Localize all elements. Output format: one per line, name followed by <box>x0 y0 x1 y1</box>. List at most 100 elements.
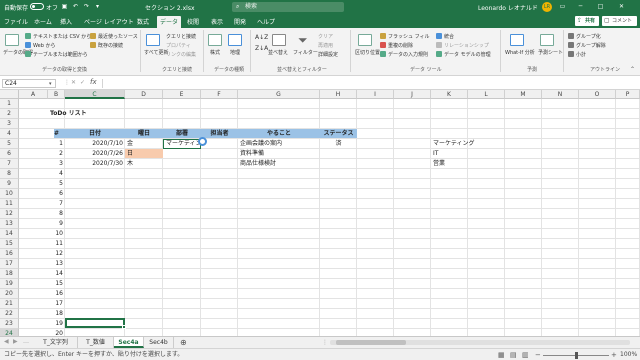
relationships-button[interactable]: リレーションシップ <box>444 42 489 49</box>
sort-az-icon[interactable]: A↓Z <box>255 34 268 41</box>
flash-fill-button[interactable]: フラッシュ フィル <box>388 33 430 40</box>
subtotal-button[interactable]: 小計 <box>576 51 586 58</box>
column-header[interactable]: K <box>431 90 468 99</box>
tab-page-layout[interactable]: ページ レイアウト <box>84 17 134 26</box>
column-header[interactable]: M <box>505 90 542 99</box>
column-header[interactable]: J <box>394 90 431 99</box>
fill-handle[interactable] <box>122 325 126 329</box>
column-header[interactable]: F <box>201 90 238 99</box>
data-validation-button[interactable]: データの入力規則 <box>388 51 428 58</box>
row-header[interactable]: 17 <box>0 259 19 269</box>
forecast-sheet-button[interactable]: 予測シート <box>538 49 563 56</box>
row-header[interactable]: 19 <box>0 279 19 289</box>
page-layout-icon[interactable]: ▤ <box>510 349 517 360</box>
column-header[interactable]: I <box>357 90 394 99</box>
row-header[interactable]: 8 <box>0 169 19 179</box>
queries-connections-button[interactable]: クエリと接続 <box>166 33 196 40</box>
row-header[interactable]: 21 <box>0 299 19 309</box>
clear-button[interactable]: クリア <box>318 33 333 40</box>
column-header[interactable]: N <box>542 90 579 99</box>
geography-button[interactable]: 地理 <box>230 49 240 56</box>
recent-sources-button[interactable]: 最近使ったソース <box>98 33 138 40</box>
row-header[interactable]: 16 <box>0 249 19 259</box>
sheet-tab-active[interactable]: Sec4a <box>114 337 144 348</box>
select-all-corner[interactable] <box>0 90 19 99</box>
column-header[interactable]: E <box>163 90 201 99</box>
text-to-columns-button[interactable]: 区切り位置 <box>355 49 380 56</box>
sheet-tab[interactable]: T_数値 <box>78 337 114 348</box>
share-button[interactable]: ⇪ 共有 <box>575 16 599 26</box>
redo-icon[interactable]: ↷ <box>82 2 91 11</box>
tab-data[interactable]: データ <box>157 16 182 28</box>
autosave-toggle[interactable] <box>30 3 44 10</box>
zoom-level[interactable]: 100% <box>620 349 637 360</box>
row-header[interactable]: 1 <box>0 99 19 109</box>
filter-button[interactable]: フィルター <box>293 49 318 56</box>
data-model-button[interactable]: データ モデルの管理 <box>444 51 491 58</box>
scrollbar-thumb[interactable] <box>336 340 406 345</box>
properties-button[interactable]: プロパティ <box>166 42 191 49</box>
formula-input[interactable] <box>102 79 632 88</box>
text-csv-button[interactable]: テキストまたは CSV から <box>33 33 91 40</box>
group-button[interactable]: グループ化 <box>576 33 601 40</box>
tab-formulas[interactable]: 数式 <box>137 17 149 26</box>
row-header[interactable]: 23 <box>0 319 19 329</box>
edit-links-button[interactable]: リンクの編集 <box>166 51 196 58</box>
user-name[interactable]: Leonardo レオナルド <box>478 3 538 12</box>
column-header[interactable]: A <box>19 90 48 99</box>
remove-duplicates-button[interactable]: 重複の削除 <box>388 42 413 49</box>
row-header[interactable]: 7 <box>0 159 19 169</box>
sheet-tab[interactable]: T_文字列 <box>34 337 78 348</box>
tab-insert[interactable]: 挿入 <box>60 17 72 26</box>
forecast-icon[interactable] <box>540 34 554 46</box>
zoom-slider-thumb[interactable] <box>575 352 578 359</box>
more-sheets-icon[interactable]: … <box>23 338 29 345</box>
enter-icon[interactable]: ✓ <box>80 79 85 86</box>
tab-home[interactable]: ホーム <box>34 17 52 26</box>
maximize-icon[interactable]: □ <box>596 2 605 11</box>
row-header[interactable]: 12 <box>0 209 19 219</box>
zoom-in-icon[interactable]: + <box>611 349 617 360</box>
customize-qat-icon[interactable]: ▾ <box>93 2 102 11</box>
row-header[interactable]: 9 <box>0 179 19 189</box>
row-header[interactable]: 6 <box>0 149 19 159</box>
whatif-icon[interactable] <box>510 34 524 46</box>
stocks-icon[interactable] <box>208 34 222 46</box>
prev-sheet-icon[interactable]: ◀ <box>4 338 9 345</box>
reapply-button[interactable]: 再適用 <box>318 42 333 49</box>
column-header[interactable]: G <box>238 90 320 99</box>
row-header[interactable]: 14 <box>0 229 19 239</box>
table-range-button[interactable]: テーブルまたは範囲から <box>33 51 88 58</box>
row-header[interactable]: 3 <box>0 119 19 129</box>
ribbon-display-icon[interactable]: ▭ <box>558 2 567 11</box>
row-header[interactable]: 13 <box>0 219 19 229</box>
ungroup-button[interactable]: グループ解除 <box>576 42 606 49</box>
page-break-icon[interactable]: ▥ <box>522 349 529 360</box>
cancel-icon[interactable]: ✕ <box>71 79 76 86</box>
advanced-button[interactable]: 詳細設定 <box>318 51 338 58</box>
add-sheet-icon[interactable]: ⊕ <box>180 337 187 348</box>
column-header[interactable]: H <box>320 90 357 99</box>
stocks-button[interactable]: 株式 <box>210 49 220 56</box>
refresh-all-button[interactable]: すべて更新 <box>144 49 168 56</box>
row-header[interactable]: 5 <box>0 139 19 149</box>
row-header[interactable]: 20 <box>0 289 19 299</box>
row-header[interactable]: 18 <box>0 269 19 279</box>
sort-button[interactable]: 並べ替え <box>268 49 288 56</box>
tab-developer[interactable]: 開発 <box>234 17 246 26</box>
undo-icon[interactable]: ↶ <box>71 2 80 11</box>
horizontal-scrollbar[interactable] <box>330 340 630 345</box>
tab-help[interactable]: ヘルプ <box>257 17 275 26</box>
filter-icon[interactable]: ⏷ <box>298 34 308 46</box>
column-header[interactable]: C <box>65 90 125 99</box>
refresh-icon[interactable] <box>146 34 160 46</box>
comments-button[interactable]: ▢ コメント <box>602 16 637 26</box>
column-header[interactable]: D <box>125 90 163 99</box>
selected-cell-c24[interactable] <box>65 318 125 328</box>
get-data-icon[interactable] <box>5 34 19 46</box>
column-header[interactable]: P <box>616 90 640 99</box>
row-header[interactable]: 22 <box>0 309 19 319</box>
sheet-tab[interactable]: Sec4b <box>144 337 174 348</box>
sort-icon[interactable] <box>272 34 286 46</box>
row-header[interactable]: 4 <box>0 129 19 139</box>
